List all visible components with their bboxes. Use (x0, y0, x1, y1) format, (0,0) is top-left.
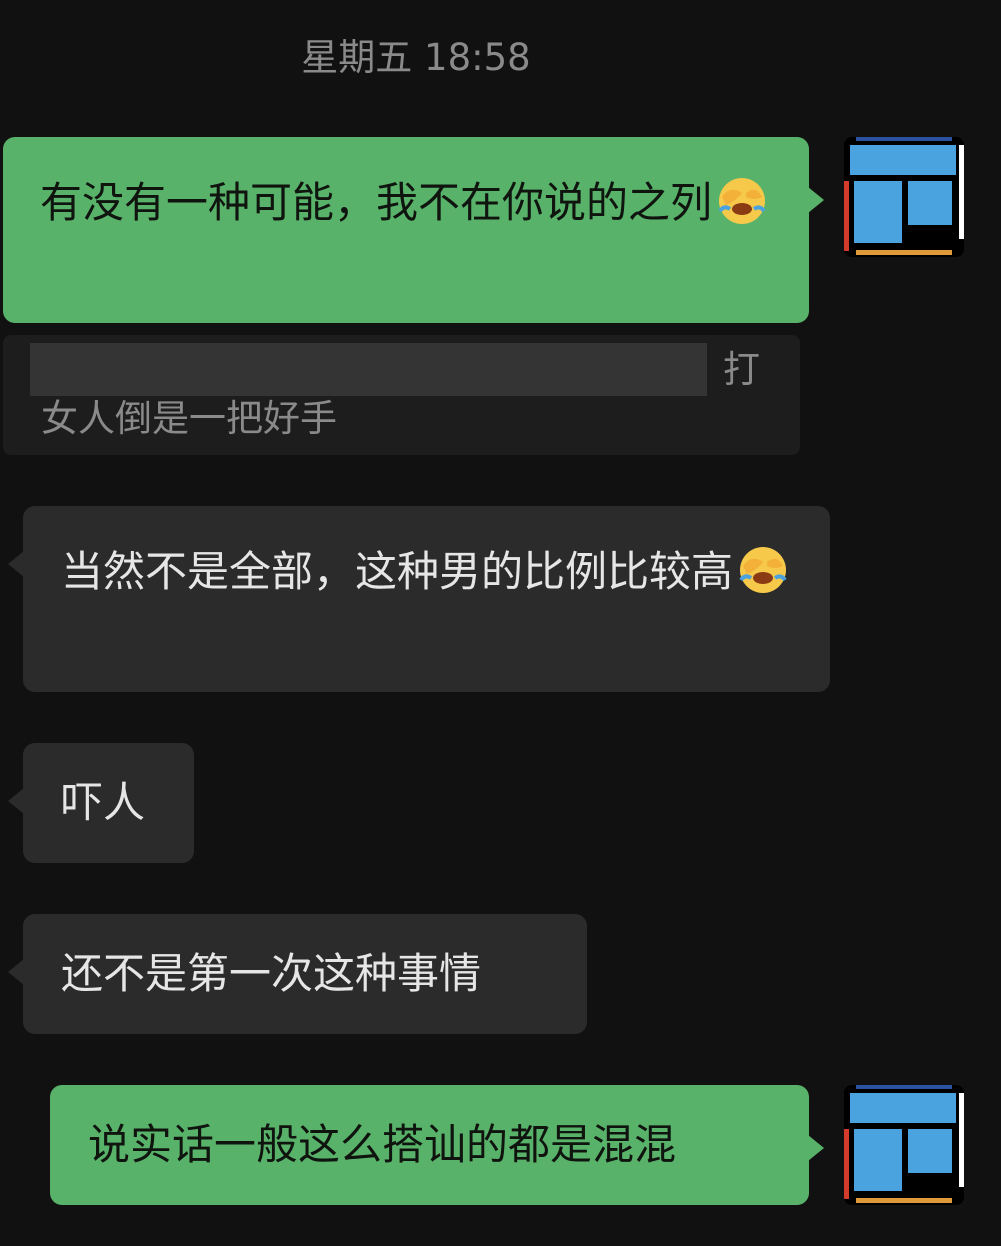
my-avatar[interactable] (844, 137, 964, 257)
quote-text: 女人倒是一把好手 (41, 397, 337, 440)
quoted-message[interactable]: 打 女人倒是一把好手 (3, 335, 800, 455)
chat-timestamp: 星期五 18:58 (301, 36, 531, 79)
incoming-message-bubble[interactable]: 当然不是全部，这种男的比例比较高 (8, 506, 830, 692)
message-text: 说实话一般这么搭讪的都是混混 (88, 1120, 677, 1169)
bubble-tail (808, 187, 824, 213)
mondrian-blocks-avatar-icon (844, 1085, 964, 1205)
bubble-tail (8, 551, 24, 577)
bubble-tail (808, 1135, 824, 1161)
face-palm-crying-emoji (739, 547, 787, 593)
message-text: 吓人 (61, 778, 146, 827)
mondrian-blocks-avatar-icon (844, 137, 964, 257)
redacted-block (30, 343, 707, 396)
outgoing-message-bubble[interactable]: 有没有一种可能，我不在你说的之列 (3, 137, 824, 323)
incoming-message-bubble[interactable]: 还不是第一次这种事情 (8, 914, 587, 1034)
my-avatar[interactable] (844, 1085, 964, 1205)
message-text: 当然不是全部，这种男的比例比较高 (61, 547, 734, 596)
outgoing-message-bubble[interactable]: 说实话一般这么搭讪的都是混混 (50, 1085, 824, 1205)
message-text: 有没有一种可能，我不在你说的之列 (40, 178, 713, 227)
bubble-tail (8, 959, 24, 985)
incoming-message-bubble[interactable]: 吓人 (8, 743, 194, 863)
message-text: 还不是第一次这种事情 (61, 949, 482, 998)
bubble-tail (8, 788, 24, 814)
quote-text-fragment: 打 (723, 348, 760, 391)
face-palm-crying-emoji (718, 178, 766, 224)
